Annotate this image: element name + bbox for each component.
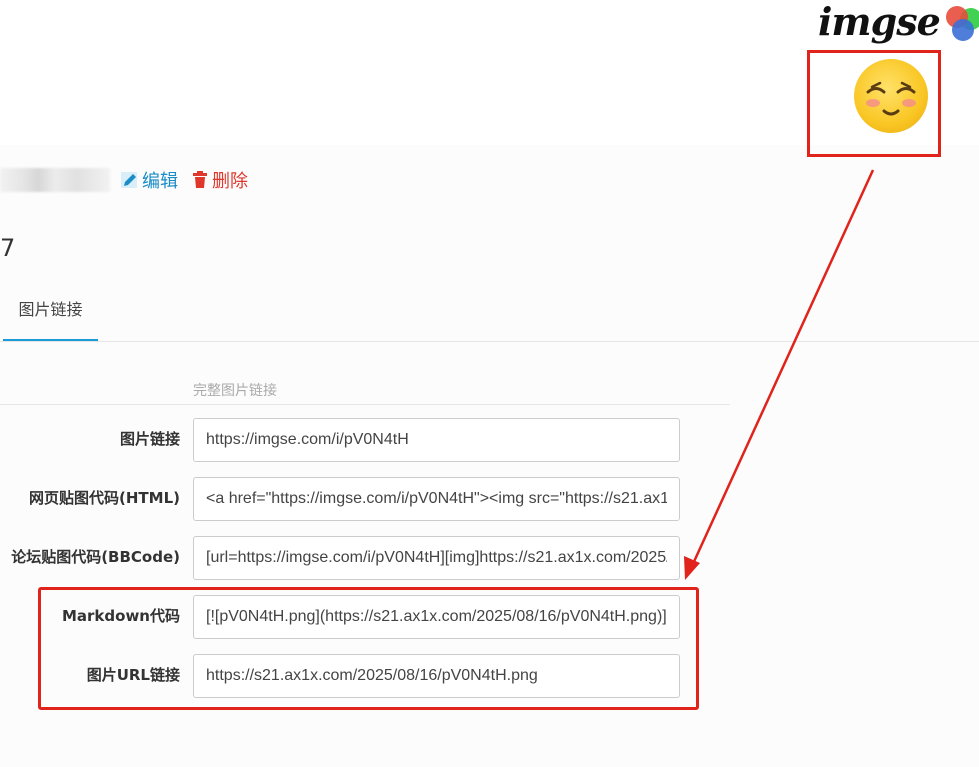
markdown-code-field[interactable] [193, 595, 680, 639]
html-code-label: 网页贴图代码(HTML) [29, 489, 180, 507]
logo-dots-icon [942, 2, 979, 42]
pencil-icon [121, 172, 137, 188]
blurred-filename [0, 168, 110, 192]
blushing-face-emoji[interactable] [854, 59, 928, 133]
section-title: 完整图片链接 [193, 383, 277, 399]
delete-label: 删除 [212, 171, 248, 192]
tab-image-links[interactable]: 图片链接 [3, 296, 98, 341]
bbcode-field[interactable] [193, 536, 680, 580]
edit-button[interactable]: 编辑 [120, 168, 178, 192]
image-preview-highlight [807, 50, 941, 157]
section-divider [0, 404, 730, 405]
markdown-code-label: Markdown代码 [61, 607, 180, 625]
imgse-logo[interactable]: imgse [818, 0, 979, 44]
logo-text: imgse [818, 0, 941, 44]
image-number: 7 [0, 234, 16, 262]
image-url-label: 图片URL链接 [86, 666, 180, 684]
image-url-field[interactable] [193, 654, 680, 698]
bbcode-label: 论坛贴图代码(BBCode) [11, 548, 180, 566]
tab-divider [0, 341, 979, 342]
trash-icon [193, 171, 207, 188]
delete-button[interactable]: 删除 [192, 168, 248, 192]
html-code-field[interactable] [193, 477, 680, 521]
edit-label: 编辑 [142, 171, 178, 192]
image-link-label: 图片链接 [119, 430, 180, 448]
image-link-field[interactable] [193, 418, 680, 462]
